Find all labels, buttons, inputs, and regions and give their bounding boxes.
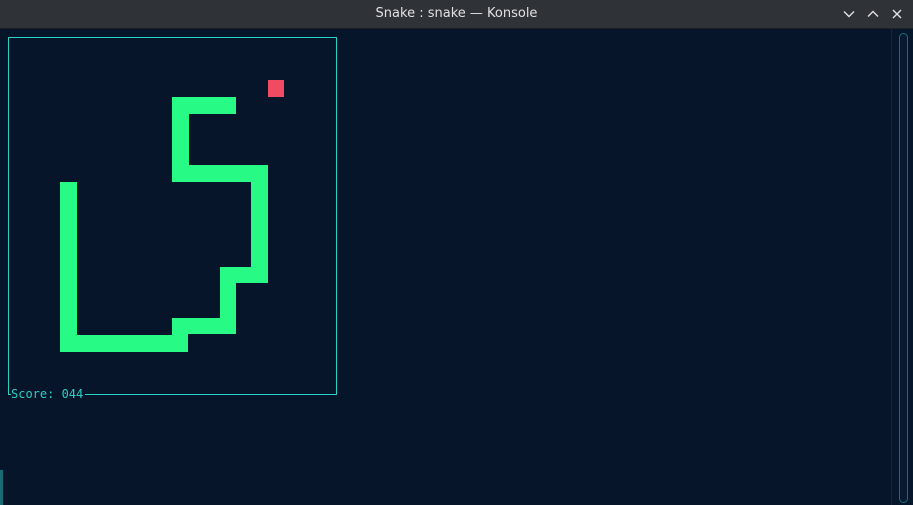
score-label: Score: 044 [11, 387, 86, 401]
scrollbar-thumb[interactable] [899, 33, 908, 503]
terminal-scrollbar[interactable] [891, 29, 913, 505]
close-button[interactable] [888, 5, 906, 23]
title-bar[interactable]: Snake : snake — Konsole [0, 0, 913, 29]
konsole-window: Snake : snake — Konsole Score: 044 [0, 0, 913, 505]
close-icon [888, 5, 906, 23]
chevron-up-icon [864, 5, 882, 23]
food-pellet [268, 80, 284, 97]
snake-segment [60, 182, 77, 352]
chevron-down-icon [840, 5, 858, 23]
maximize-button[interactable] [864, 5, 882, 23]
minimize-button[interactable] [840, 5, 858, 23]
window-title: Snake : snake — Konsole [375, 6, 538, 21]
terminal-area[interactable]: Score: 044 [0, 29, 913, 505]
snake-segment [60, 335, 188, 352]
snake-segment [251, 165, 268, 283]
terminal-edge-marker [0, 470, 3, 505]
